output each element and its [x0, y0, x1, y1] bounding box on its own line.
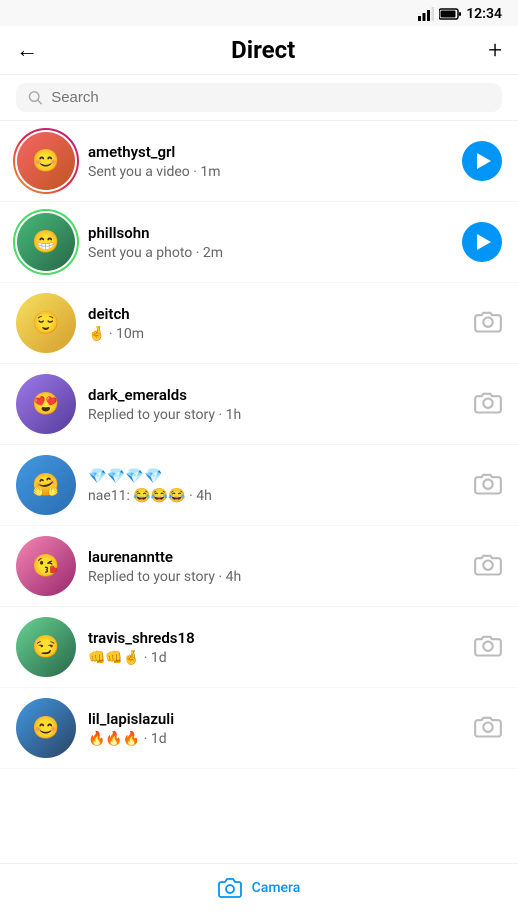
conv-message: nae11: 😂😂😂 · 4h [88, 488, 462, 504]
conv-info: laurenanntte Replied to your story · 4h [88, 548, 462, 585]
conv-info: lil_lapislazuli 🔥🔥🔥 · 1d [88, 710, 462, 747]
conv-info: dark_emeralds Replied to your story · 1h [88, 386, 462, 423]
search-icon [28, 90, 43, 106]
conv-name: 💎💎💎💎 [88, 467, 462, 485]
conv-message: Sent you a photo · 2m [88, 245, 450, 261]
camera-button[interactable] [474, 309, 502, 337]
conv-info: travis_shreds18 👊👊🤞 · 1d [88, 629, 462, 666]
play-button[interactable] [462, 222, 502, 262]
signal-icon [418, 6, 434, 22]
camera-bottom-icon [218, 876, 242, 900]
battery-icon [439, 8, 461, 20]
conv-name: deitch [88, 305, 462, 323]
camera-button[interactable] [474, 471, 502, 499]
avatar: 😌 [16, 293, 76, 353]
avatar-wrap: 😁 [16, 212, 76, 272]
avatar: 😁 [17, 213, 75, 271]
conv-name: laurenanntte [88, 548, 462, 566]
search-bar [0, 75, 518, 121]
avatar-wrap: 😌 [16, 293, 76, 353]
camera-icon [474, 390, 502, 414]
camera-button[interactable] [474, 714, 502, 742]
header: ← Direct + [0, 26, 518, 75]
conv-name: dark_emeralds [88, 386, 462, 404]
conv-info: 💎💎💎💎 nae11: 😂😂😂 · 4h [88, 467, 462, 504]
avatar: 😘 [16, 536, 76, 596]
conv-message: Replied to your story · 1h [88, 407, 462, 423]
conv-message: Replied to your story · 4h [88, 569, 462, 585]
conv-message: Sent you a video · 1m [88, 164, 450, 180]
list-item[interactable]: 😌 deitch 🤞 · 10m [0, 283, 518, 364]
list-item[interactable]: 😘 laurenanntte Replied to your story · 4… [0, 526, 518, 607]
avatar-wrap: 😏 [16, 617, 76, 677]
camera-icon [474, 633, 502, 657]
list-item[interactable]: 😊 lil_lapislazuli 🔥🔥🔥 · 1d [0, 688, 518, 769]
avatar-wrap: 😊 [16, 698, 76, 758]
camera-button[interactable] [474, 633, 502, 661]
list-item[interactable]: 🤗 💎💎💎💎 nae11: 😂😂😂 · 4h [0, 445, 518, 526]
list-item[interactable]: 😊 amethyst_grl Sent you a video · 1m [0, 121, 518, 202]
back-button[interactable]: ← [16, 37, 38, 63]
status-icons: 12:34 [418, 6, 502, 22]
camera-button[interactable] [474, 390, 502, 418]
avatar-wrap: 😍 [16, 374, 76, 434]
camera-icon [474, 471, 502, 495]
avatar-wrap: 🤗 [16, 455, 76, 515]
new-message-button[interactable]: + [488, 36, 502, 64]
conv-name: phillsohn [88, 224, 450, 242]
conv-info: phillsohn Sent you a photo · 2m [88, 224, 450, 261]
camera-icon [474, 714, 502, 738]
status-bar: 12:34 [0, 0, 518, 26]
conv-message: 🤞 · 10m [88, 326, 462, 342]
avatar: 😊 [16, 698, 76, 758]
conv-info: amethyst_grl Sent you a video · 1m [88, 143, 450, 180]
avatar: 😏 [16, 617, 76, 677]
camera-icon [474, 552, 502, 576]
conv-name: lil_lapislazuli [88, 710, 462, 728]
camera-button[interactable] [474, 552, 502, 580]
camera-icon [474, 309, 502, 333]
conversation-list: 😊 amethyst_grl Sent you a video · 1m [0, 121, 518, 769]
status-time: 12:34 [466, 6, 502, 22]
page-title: Direct [231, 36, 295, 64]
conv-message: 👊👊🤞 · 1d [88, 650, 462, 666]
conv-message: 🔥🔥🔥 · 1d [88, 731, 462, 747]
avatar-wrap: 😘 [16, 536, 76, 596]
list-item[interactable]: 😁 phillsohn Sent you a photo · 2m [0, 202, 518, 283]
search-input[interactable] [51, 89, 490, 106]
avatar: 🤗 [16, 455, 76, 515]
avatar-ring: 😁 [13, 209, 79, 275]
bottom-bar: Camera [0, 863, 518, 920]
list-item[interactable]: 😏 travis_shreds18 👊👊🤞 · 1d [0, 607, 518, 688]
list-item[interactable]: 😍 dark_emeralds Replied to your story · … [0, 364, 518, 445]
play-button[interactable] [462, 141, 502, 181]
search-container[interactable] [16, 83, 502, 112]
conv-info: deitch 🤞 · 10m [88, 305, 462, 342]
avatar-ring: 😊 [13, 128, 79, 194]
avatar: 😊 [17, 132, 75, 190]
camera-label[interactable]: Camera [252, 880, 301, 896]
avatar-wrap: 😊 [16, 131, 76, 191]
conv-name: travis_shreds18 [88, 629, 462, 647]
conv-name: amethyst_grl [88, 143, 450, 161]
avatar: 😍 [16, 374, 76, 434]
